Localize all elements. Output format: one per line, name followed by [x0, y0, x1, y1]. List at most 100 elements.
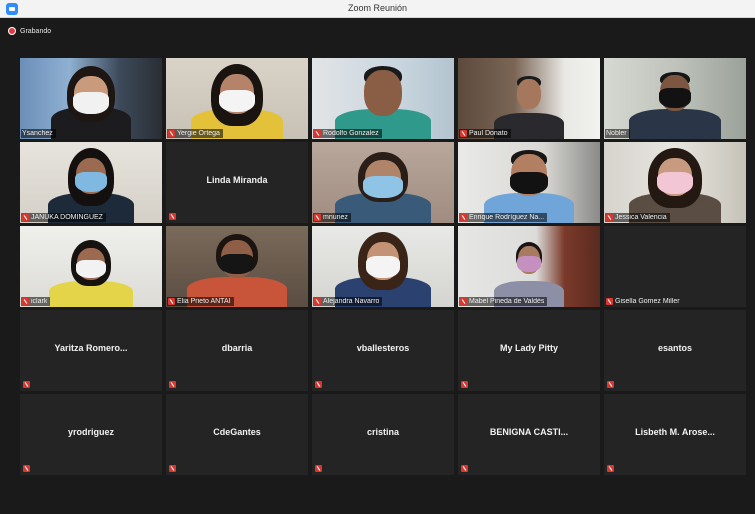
- participant-tile-no-video[interactable]: Yaritza Romero...: [20, 310, 162, 391]
- participant-tile-no-video[interactable]: BENIGNA CASTI...: [458, 394, 600, 475]
- participant-tile-no-video[interactable]: dbarria: [166, 310, 308, 391]
- participant-name: Lisbeth M. Arose...: [635, 427, 715, 437]
- participant-tile[interactable]: Elia Prieto ANTAI: [166, 226, 308, 307]
- participant-name: Linda Miranda: [206, 175, 268, 185]
- participant-name: Ysanchez: [22, 130, 53, 137]
- mic-muted-icon: [23, 381, 30, 388]
- mic-muted-icon: [607, 381, 614, 388]
- mic-muted-icon: [169, 465, 176, 472]
- participant-name: JANUKA DOMINGUEZ: [31, 214, 103, 221]
- mic-muted-icon: [460, 130, 467, 137]
- participant-tile[interactable]: Mabel Pineda de Valdés: [458, 226, 600, 307]
- participant-tile-no-video[interactable]: cristina: [312, 394, 454, 475]
- mic-muted-icon: [22, 298, 29, 305]
- mic-muted-icon: [607, 465, 614, 472]
- participant-nameplate: Mabel Pineda de Valdés: [459, 297, 548, 306]
- participant-tile[interactable]: Paul Donato: [458, 58, 600, 139]
- participant-name: Alejandra Navarro: [323, 298, 380, 305]
- video-feed: [312, 142, 454, 223]
- mic-muted-icon: [606, 298, 613, 305]
- window-title: Zoom Reunión: [347, 3, 408, 13]
- participant-nameplate: Yergie Ortega: [167, 129, 223, 138]
- video-feed: [166, 226, 308, 307]
- mic-muted-icon: [460, 298, 467, 305]
- mic-muted-icon: [23, 465, 30, 472]
- participant-nameplate: Nobler: [605, 129, 630, 138]
- participant-name: Gisella Gomez Miller: [615, 298, 680, 305]
- participant-tile-no-video[interactable]: vballesteros: [312, 310, 454, 391]
- participant-tile[interactable]: Jessica Valencia: [604, 142, 746, 223]
- mic-muted-icon: [315, 465, 322, 472]
- participant-name: Jessica Valencia: [615, 214, 667, 221]
- participant-nameplate: Alejandra Navarro: [313, 297, 383, 306]
- participant-name: Yergie Ortega: [177, 130, 220, 137]
- participant-name: yrodriguez: [67, 427, 114, 437]
- recording-label: Grabando: [20, 27, 52, 35]
- participant-tile[interactable]: JANUKA DOMINGUEZ: [20, 142, 162, 223]
- participant-tile[interactable]: mnunez: [312, 142, 454, 223]
- video-feed: [312, 58, 454, 139]
- mic-muted-icon: [22, 214, 29, 221]
- mic-muted-icon: [314, 214, 321, 221]
- video-feed: [20, 226, 162, 307]
- participant-nameplate: iclark: [21, 297, 51, 306]
- mic-muted-icon: [461, 465, 468, 472]
- participant-tile[interactable]: Alejandra Navarro: [312, 226, 454, 307]
- participant-name: BENIGNA CASTI...: [489, 427, 569, 437]
- participant-tile[interactable]: Rodolfo Gonzalez: [312, 58, 454, 139]
- participant-name: iclark: [31, 298, 48, 305]
- participant-name: Enrique Rodríguez Na...: [469, 214, 545, 221]
- video-feed: [604, 58, 746, 139]
- participant-tile-no-video[interactable]: yrodriguez: [20, 394, 162, 475]
- participant-nameplate: Gisella Gomez Miller: [605, 297, 683, 306]
- participant-nameplate: Enrique Rodríguez Na...: [459, 213, 548, 222]
- mic-muted-icon: [169, 213, 176, 220]
- mic-muted-icon: [168, 130, 175, 137]
- participant-name: Rodolfo Gonzalez: [323, 130, 379, 137]
- participant-tile[interactable]: iclark: [20, 226, 162, 307]
- video-feed: [20, 58, 162, 139]
- participant-nameplate: Paul Donato: [459, 129, 511, 138]
- mic-muted-icon: [460, 214, 467, 221]
- participant-nameplate: Rodolfo Gonzalez: [313, 129, 382, 138]
- participant-tile-no-video[interactable]: esantos: [604, 310, 746, 391]
- mic-muted-icon: [169, 381, 176, 388]
- participant-name: CdeGantes: [213, 427, 261, 437]
- participant-name: mnunez: [323, 214, 348, 221]
- video-feed: [20, 142, 162, 223]
- mic-muted-icon: [606, 214, 613, 221]
- participant-tile-no-video[interactable]: Lisbeth M. Arose...: [604, 394, 746, 475]
- mic-muted-icon: [314, 130, 321, 137]
- participant-tile-no-video[interactable]: Gisella Gomez Miller: [604, 226, 746, 307]
- participant-tile[interactable]: Yergie Ortega: [166, 58, 308, 139]
- participant-nameplate: Elia Prieto ANTAI: [167, 297, 234, 306]
- video-feed: [458, 142, 600, 223]
- participant-nameplate: Jessica Valencia: [605, 213, 670, 222]
- recording-indicator[interactable]: Grabando: [8, 25, 51, 37]
- video-feed: [458, 226, 600, 307]
- participant-name: dbarria: [221, 343, 253, 353]
- record-icon: [8, 27, 16, 35]
- participant-nameplate: JANUKA DOMINGUEZ: [21, 213, 106, 222]
- window-titlebar: Zoom Reunión: [0, 0, 755, 18]
- participant-tile-active-speaker[interactable]: Nobler: [604, 58, 746, 139]
- participant-name: cristina: [366, 427, 399, 437]
- participant-tile-no-video[interactable]: CdeGantes: [166, 394, 308, 475]
- participant-tile[interactable]: Ysanchez: [20, 58, 162, 139]
- participant-name: esantos: [657, 343, 692, 353]
- participant-name: Elia Prieto ANTAI: [177, 298, 231, 305]
- video-feed: [458, 58, 600, 139]
- participant-tile-no-video[interactable]: My Lady Pitty: [458, 310, 600, 391]
- gallery-grid: Ysanchez Yergie Ortega Rodolfo Gonzalez: [20, 58, 746, 475]
- mic-muted-icon: [314, 298, 321, 305]
- participant-name: Nobler: [606, 130, 627, 137]
- participant-tile-no-video[interactable]: Linda Miranda: [166, 142, 308, 223]
- participant-name: Yaritza Romero...: [54, 343, 128, 353]
- participant-nameplate: Ysanchez: [21, 129, 56, 138]
- mic-muted-icon: [315, 381, 322, 388]
- participant-tile[interactable]: Enrique Rodríguez Na...: [458, 142, 600, 223]
- participant-name: My Lady Pitty: [499, 343, 558, 353]
- participant-nameplate: mnunez: [313, 213, 351, 222]
- participant-name: Mabel Pineda de Valdés: [469, 298, 545, 305]
- video-feed: [166, 58, 308, 139]
